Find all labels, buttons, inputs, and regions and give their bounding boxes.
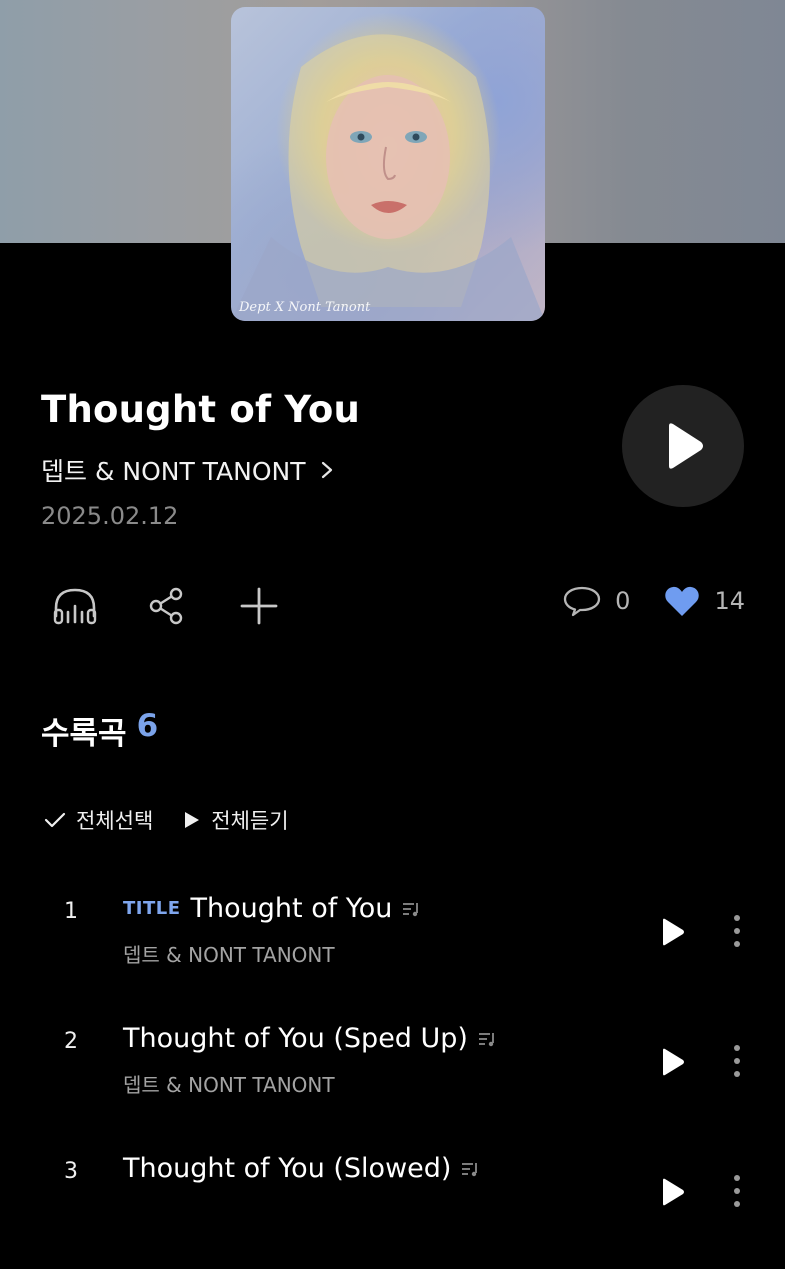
artist-name: 뎁트 & NONT TANONT bbox=[41, 457, 306, 486]
select-all-label: 전체선택 bbox=[76, 809, 154, 833]
play-all-label: 전체듣기 bbox=[211, 809, 289, 833]
more-options-button[interactable] bbox=[724, 911, 750, 951]
more-options-button[interactable] bbox=[724, 1041, 750, 1081]
play-icon bbox=[669, 423, 703, 469]
track-artist: 뎁트 & NONT TANONT bbox=[123, 1073, 335, 1097]
track-row[interactable]: 2 Thought of You (Sped Up) 뎁트 & NONT TAN… bbox=[0, 1023, 785, 1139]
add-icon[interactable] bbox=[236, 583, 282, 629]
comments-button[interactable]: 0 bbox=[563, 585, 630, 617]
track-artist: 뎁트 & NONT TANONT bbox=[123, 943, 335, 967]
track-number: 3 bbox=[64, 1159, 78, 1184]
title-badge: TITLE bbox=[123, 898, 181, 919]
track-title-row: TITLE Thought of You bbox=[123, 893, 420, 924]
track-title: Thought of You bbox=[190, 893, 393, 924]
track-row[interactable]: 1 TITLE Thought of You 뎁트 & NONT TANONT bbox=[0, 893, 785, 1009]
more-vertical-icon bbox=[734, 915, 740, 947]
lyrics-icon bbox=[461, 1160, 479, 1178]
artist-link[interactable]: 뎁트 & NONT TANONT bbox=[41, 452, 335, 488]
play-track-button[interactable] bbox=[655, 1175, 689, 1209]
check-icon bbox=[44, 812, 66, 828]
track-title: Thought of You (Slowed) bbox=[123, 1153, 452, 1184]
lyrics-icon bbox=[478, 1030, 496, 1048]
track-title-row: Thought of You (Slowed) bbox=[123, 1153, 479, 1184]
more-vertical-icon bbox=[734, 1175, 740, 1207]
lyrics-icon bbox=[402, 900, 420, 918]
cover-artwork bbox=[231, 34, 545, 321]
tracklist-heading-label: 수록곡 bbox=[41, 716, 127, 752]
likes-count: 14 bbox=[714, 587, 745, 615]
track-number: 2 bbox=[64, 1029, 78, 1054]
release-date: 2025.02.12 bbox=[41, 502, 179, 530]
tracklist-heading: 수록곡 6 bbox=[41, 708, 158, 753]
more-options-button[interactable] bbox=[724, 1171, 750, 1211]
heart-icon bbox=[665, 586, 700, 616]
cover-signature: Dept X Nont Tanont bbox=[239, 300, 371, 315]
track-title-row: Thought of You (Sped Up) bbox=[123, 1023, 496, 1054]
comments-count: 0 bbox=[615, 587, 631, 615]
track-title: Thought of You (Sped Up) bbox=[123, 1023, 468, 1054]
track-count: 6 bbox=[136, 708, 159, 744]
play-icon bbox=[663, 1178, 684, 1206]
play-all-button[interactable]: 전체듣기 bbox=[183, 805, 289, 835]
comment-icon bbox=[564, 586, 601, 617]
chevron-right-icon bbox=[319, 460, 335, 480]
play-album-button[interactable] bbox=[622, 385, 744, 507]
more-vertical-icon bbox=[734, 1045, 740, 1077]
track-number: 1 bbox=[64, 899, 78, 924]
select-all-button[interactable]: 전체선택 bbox=[44, 805, 153, 835]
tracklist-controls: 전체선택 전체듣기 bbox=[44, 805, 289, 835]
album-actions bbox=[52, 583, 282, 629]
play-track-button[interactable] bbox=[655, 1045, 689, 1079]
play-track-button[interactable] bbox=[655, 915, 689, 949]
track-row[interactable]: 3 Thought of You (Slowed) bbox=[0, 1153, 785, 1269]
album-cover[interactable]: Dept X Nont Tanont bbox=[231, 7, 545, 321]
play-icon bbox=[185, 812, 200, 828]
play-icon bbox=[663, 1048, 684, 1076]
album-title: Thought of You bbox=[41, 388, 361, 431]
like-button[interactable]: 14 bbox=[664, 585, 745, 617]
headphones-icon[interactable] bbox=[52, 583, 98, 629]
share-icon[interactable] bbox=[144, 583, 190, 629]
play-icon bbox=[663, 918, 684, 946]
engagement-stats: 0 14 bbox=[563, 585, 745, 617]
